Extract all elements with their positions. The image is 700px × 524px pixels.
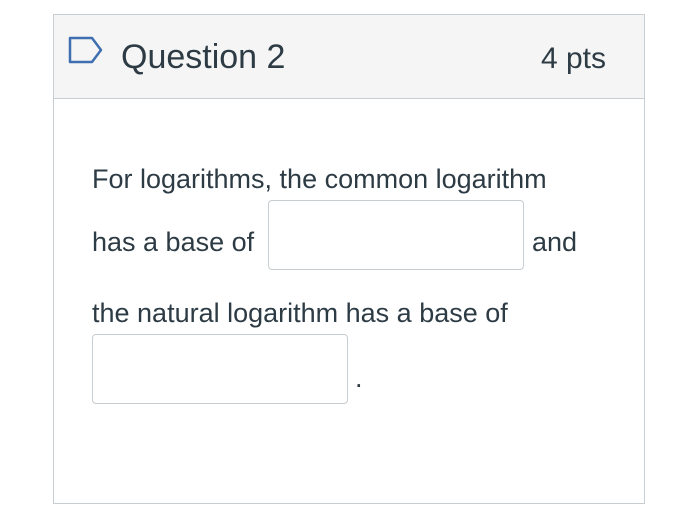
question-text-line-2-suffix: and <box>532 227 578 257</box>
question-text-line-4-period: . <box>355 363 363 393</box>
bookmark-flag-icon[interactable] <box>68 36 104 64</box>
question-header: Question 2 4 pts <box>54 15 644 99</box>
question-text-line-2-prefix: has a base of <box>92 227 255 257</box>
answer-blank-2[interactable] <box>92 334 348 404</box>
question-text-line-3: the natural logarithm has a base of <box>92 298 508 328</box>
question-points: 4 pts <box>540 42 606 75</box>
question-text-line-1: For logarithms, the common logarithm <box>92 164 547 194</box>
question-card: Question 2 4 pts For logarithms, the com… <box>53 14 645 504</box>
question-title: Question 2 <box>121 38 286 76</box>
answer-blank-1[interactable] <box>268 200 524 270</box>
